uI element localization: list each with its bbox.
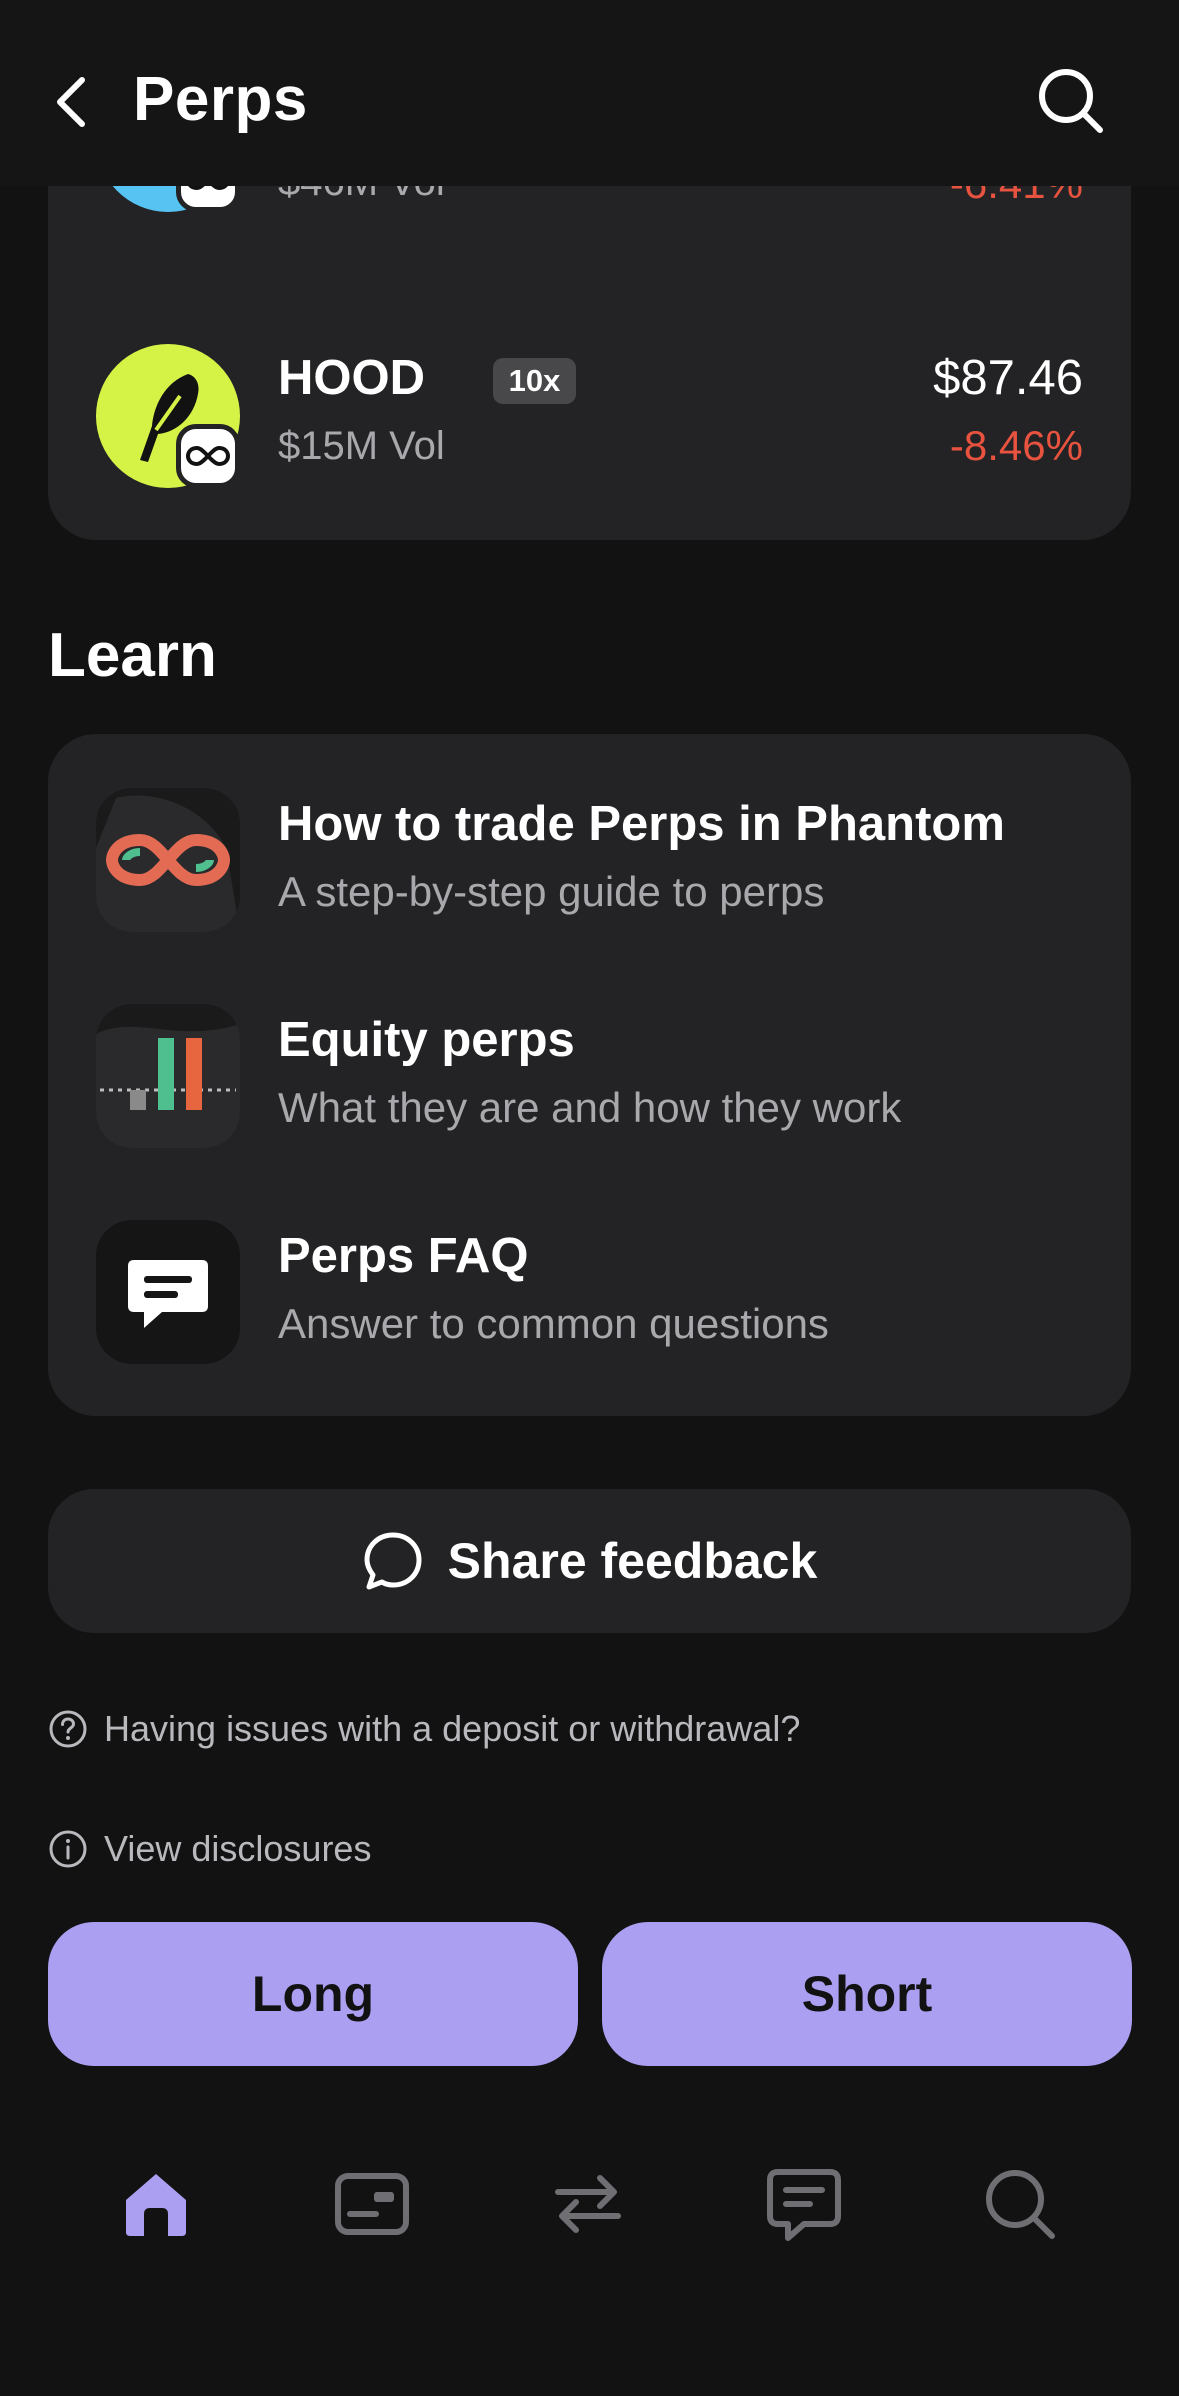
tab-wallet[interactable]: [332, 2164, 412, 2244]
perps-badge-icon: [176, 424, 240, 488]
leverage-badge: 10x: [493, 358, 576, 404]
deposit-issue-text: Having issues with a deposit or withdraw…: [104, 1708, 801, 1749]
market-change: -8.46%: [949, 422, 1083, 469]
perps-screen: intel $46M Vol -6.41% HOOD 10x $15M Vol …: [0, 0, 1179, 2396]
learn-item-subtitle: Answer to common questions: [278, 1300, 829, 1347]
search-icon: [986, 2170, 1055, 2239]
search-icon: [1039, 69, 1103, 133]
tab-home[interactable]: [116, 2164, 196, 2244]
bar-chart-icon: [96, 1004, 240, 1148]
share-feedback-button[interactable]: Share feedback: [48, 1489, 1131, 1633]
learn-item-subtitle: A step-by-step guide to perps: [278, 868, 825, 915]
top-bar: Perps: [0, 0, 1179, 186]
short-button[interactable]: Short: [602, 1922, 1132, 2066]
messages-icon: [767, 2169, 841, 2241]
view-disclosures-link[interactable]: View disclosures: [48, 1828, 371, 1870]
bottom-tab-bar: [0, 2140, 1179, 2270]
info-circle-icon: [49, 1830, 87, 1868]
learn-item-equity-perps[interactable]: Equity perps What they are and how they …: [48, 1004, 1131, 1174]
page-title: Perps: [133, 65, 308, 134]
long-button[interactable]: Long: [48, 1922, 578, 2066]
learn-item-title: Equity perps: [278, 1013, 575, 1067]
tab-search[interactable]: [980, 2164, 1060, 2244]
wallet-icon: [335, 2173, 409, 2235]
share-feedback-label: Share feedback: [447, 1533, 818, 1589]
tab-swap[interactable]: [548, 2164, 628, 2244]
chevron-left-icon: [57, 77, 85, 127]
infinity-icon: [96, 788, 240, 932]
learn-item-faq[interactable]: Perps FAQ Answer to common questions: [48, 1220, 1131, 1390]
question-circle-icon: [49, 1710, 87, 1748]
learn-item-title: How to trade Perps in Phantom: [278, 797, 1005, 851]
learn-item-trade-guide[interactable]: How to trade Perps in Phantom A step-by-…: [48, 788, 1131, 958]
learn-item-title: Perps FAQ: [278, 1229, 529, 1283]
chat-bubble-icon: [364, 1532, 422, 1590]
back-button[interactable]: [48, 72, 98, 132]
market-ticker: HOOD: [278, 351, 425, 405]
learn-list: How to trade Perps in Phantom A step-by-…: [48, 734, 1131, 1416]
swap-icon: [555, 2175, 621, 2233]
learn-heading: Learn: [48, 621, 217, 690]
search-button[interactable]: [1036, 66, 1106, 136]
market-price: $87.46: [933, 351, 1083, 405]
deposit-issue-link[interactable]: Having issues with a deposit or withdraw…: [48, 1708, 800, 1750]
market-row-hood[interactable]: HOOD 10x $15M Vol $87.46 -8.46%: [48, 344, 1131, 504]
learn-item-subtitle: What they are and how they work: [278, 1084, 902, 1131]
faq-chat-icon: [96, 1220, 240, 1364]
market-volume: $15M Vol: [278, 424, 445, 468]
view-disclosures-text: View disclosures: [104, 1828, 372, 1869]
home-icon: [126, 2174, 186, 2236]
tab-messages[interactable]: [764, 2164, 844, 2244]
